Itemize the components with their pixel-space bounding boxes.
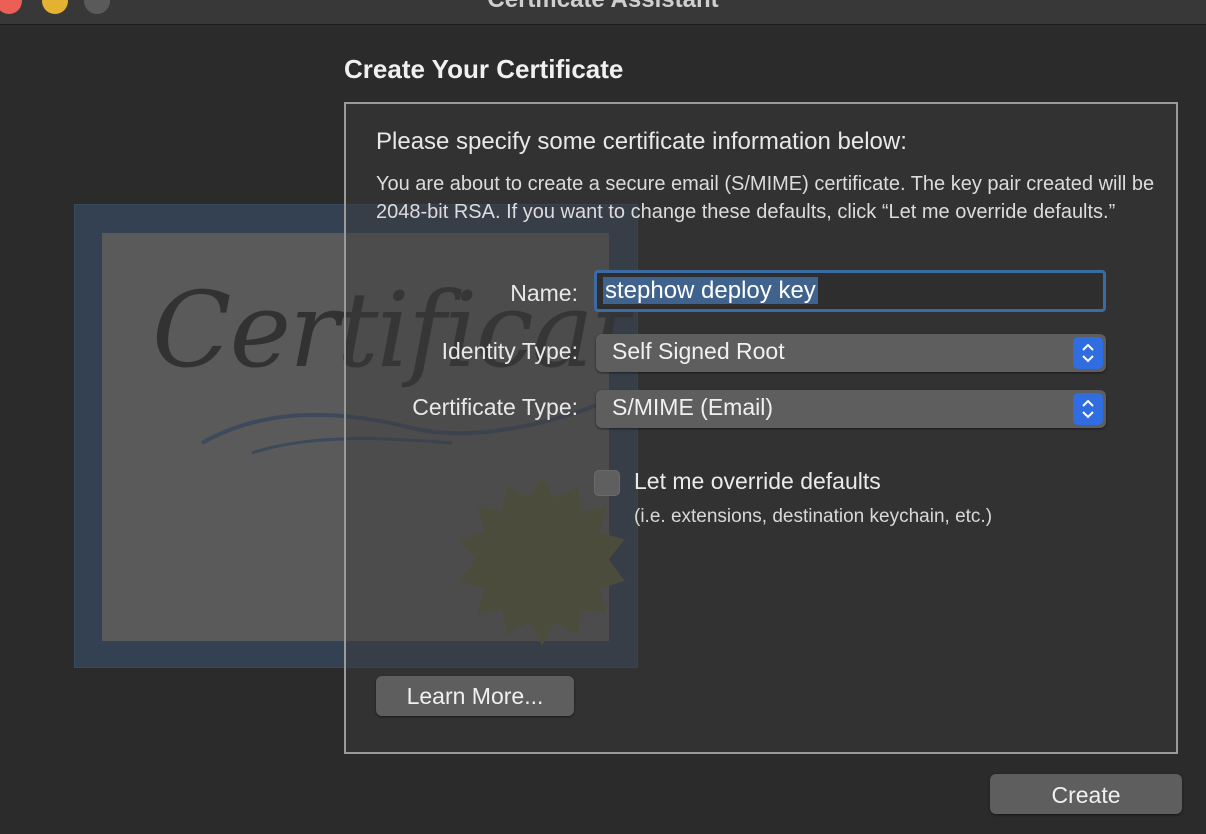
identity-type-label: Identity Type:	[441, 338, 578, 364]
certificate-type-popup[interactable]: S/MIME (Email)	[596, 390, 1106, 428]
certificate-assistant-window: Certificate Assistant Certificate Create…	[0, 0, 1206, 834]
certificate-type-stepper-icon	[1073, 393, 1103, 425]
override-defaults-label[interactable]: Let me override defaults	[634, 468, 881, 495]
name-input-value: stephow deploy key	[603, 277, 818, 304]
title-bar: Certificate Assistant	[0, 0, 1206, 25]
certificate-type-value: S/MIME (Email)	[612, 394, 773, 420]
intro-text: Please specify some certificate informat…	[376, 128, 907, 155]
window-title: Certificate Assistant	[0, 0, 1206, 14]
learn-more-button[interactable]: Learn More...	[376, 676, 574, 716]
identity-type-value: Self Signed Root	[612, 338, 785, 364]
override-defaults-hint: (i.e. extensions, destination keychain, …	[634, 506, 993, 527]
description-text: You are about to create a secure email (…	[376, 173, 1155, 223]
certificate-info-panel: Please specify some certificate informat…	[344, 102, 1178, 754]
override-defaults-checkbox[interactable]	[594, 470, 620, 496]
name-label: Name:	[510, 280, 578, 306]
certificate-type-label: Certificate Type:	[412, 394, 578, 420]
identity-type-stepper-icon	[1073, 337, 1103, 369]
identity-type-popup[interactable]: Self Signed Root	[596, 334, 1106, 372]
create-button[interactable]: Create	[990, 774, 1182, 814]
name-input[interactable]: stephow deploy key	[594, 270, 1106, 312]
page-title: Create Your Certificate	[344, 54, 624, 84]
